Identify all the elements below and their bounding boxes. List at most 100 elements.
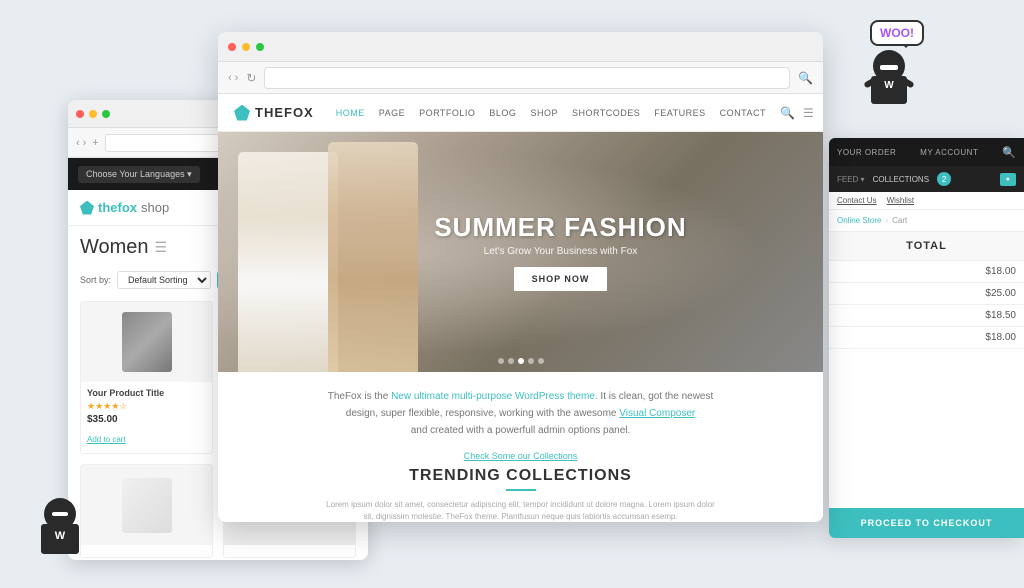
product-info-1: Your Product Title ★★★★☆ $35.00 Add to c…: [81, 382, 212, 453]
person-male: [238, 152, 338, 372]
fox-nav-icons: 🔍 ☰: [780, 106, 814, 120]
main-nav-arrows: ‹ ›: [228, 72, 238, 84]
about-text: TheFox is the New ultimate multi-purpose…: [258, 388, 783, 439]
refresh-icon[interactable]: ↻: [246, 71, 256, 85]
trending-underline: [506, 489, 536, 491]
ninja-eyes: [880, 65, 898, 70]
wishlist-button[interactable]: ●: [1000, 173, 1016, 186]
nav-portfolio[interactable]: PORTFOLIO: [419, 108, 475, 118]
breadcrumb-separator: ›: [885, 216, 888, 225]
cart-window: YOUR ORDER MY ACCOUNT 🔍 FEED ▾ COLLECTIO…: [829, 138, 1024, 538]
cart-search-icon[interactable]: 🔍: [1002, 146, 1016, 159]
main-nav-bar: ‹ › ↻ 🔍: [218, 62, 823, 94]
language-selector[interactable]: Choose Your Languages ▾: [78, 166, 200, 183]
hero-dot-5[interactable]: [538, 358, 544, 364]
checkout-button[interactable]: PROCEED TO CHECKOUT: [829, 508, 1024, 538]
cart-item-1: $18.00: [829, 261, 1024, 283]
hero-cta-button[interactable]: SHOP NOW: [514, 267, 608, 291]
add-to-cart-button-1[interactable]: Add to cart: [87, 435, 126, 444]
main-browser-window: ‹ › ↻ 🔍 THEFOX HOME PAGE PORTFOLIO BLOG …: [218, 32, 823, 522]
sort-label: Sort by:: [80, 275, 111, 285]
main-maximize-dot[interactable]: [256, 43, 264, 51]
cart-price-2: $25.00: [985, 288, 1016, 299]
product-info-4: [224, 545, 355, 557]
trending-desc: Lorem ipsum dolor sit amet, consectetur …: [258, 499, 783, 522]
person-female: [328, 142, 418, 372]
menu-nav-icon[interactable]: ☰: [803, 106, 814, 120]
hero-section: SUMMER FASHION Let's Grow Your Business …: [218, 132, 823, 372]
search-nav-icon[interactable]: 🔍: [780, 106, 795, 120]
cart-total-label: TOTAL: [906, 240, 947, 252]
product-stars-1: ★★★★☆: [87, 401, 206, 412]
page-title: Women: [80, 236, 149, 259]
breadcrumb-current: Cart: [892, 216, 907, 225]
product-card-1: Your Product Title ★★★★☆ $35.00 Add to c…: [80, 301, 213, 454]
cart-price-1: $18.00: [985, 266, 1016, 277]
hero-dot-1[interactable]: [498, 358, 504, 364]
logo-text: thefox: [98, 200, 137, 215]
main-close-dot[interactable]: [228, 43, 236, 51]
back-arrow[interactable]: ‹: [76, 137, 80, 149]
collections-label[interactable]: COLLECTIONS: [873, 175, 929, 184]
collections-link[interactable]: Check Some our Collections: [258, 451, 783, 461]
nav-shortcodes[interactable]: SHORTCODES: [572, 108, 640, 118]
main-search-icon[interactable]: 🔍: [798, 71, 813, 85]
nav-arrows: ‹ ›: [76, 137, 86, 149]
main-back-arrow[interactable]: ‹: [228, 72, 232, 84]
cart-badge: 2: [937, 172, 951, 186]
main-forward-arrow[interactable]: ›: [235, 72, 239, 84]
trending-title: TRENDING COLLECTIONS: [258, 467, 783, 485]
hero-dot-4[interactable]: [528, 358, 534, 364]
forward-arrow[interactable]: ›: [83, 137, 87, 149]
product-title-1: Your Product Title: [87, 388, 206, 398]
main-url-bar[interactable]: [264, 67, 790, 89]
shop-logo[interactable]: thefox shop: [80, 200, 169, 215]
my-account-label[interactable]: MY ACCOUNT: [920, 148, 978, 157]
below-hero-section: TheFox is the New ultimate multi-purpose…: [218, 372, 823, 522]
menu-icon[interactable]: ☰: [155, 239, 168, 256]
nav-page[interactable]: PAGE: [379, 108, 405, 118]
close-dot[interactable]: [76, 110, 84, 118]
breadcrumb-store[interactable]: Online Store: [837, 216, 881, 225]
product-card-3: [80, 464, 213, 558]
cart-subbar: FEED ▾ COLLECTIONS 2 ●: [829, 166, 1024, 192]
nav-features[interactable]: FEATURES: [654, 108, 705, 118]
wishlist-link[interactable]: Wishlist: [887, 196, 915, 205]
contact-us-link[interactable]: Contact Us: [837, 196, 877, 205]
fox-logo-icon: [234, 105, 250, 121]
your-order-label[interactable]: YOUR ORDER: [837, 148, 896, 157]
feed-dropdown[interactable]: FEED ▾: [837, 175, 865, 184]
new-tab-icon[interactable]: +: [92, 137, 98, 149]
cart-item-3: $18.50: [829, 305, 1024, 327]
ninja-body: W: [864, 50, 914, 110]
fox-ninja-eyes: [52, 512, 68, 516]
hero-dots: [498, 358, 544, 364]
fox-logo[interactable]: THEFOX: [234, 105, 314, 121]
fox-icon: [80, 201, 94, 215]
product-image-1: [81, 302, 212, 382]
cart-topbar: YOUR ORDER MY ACCOUNT 🔍: [829, 138, 1024, 166]
fox-ninja-torso: W: [41, 524, 79, 554]
fox-ninja: W: [30, 498, 90, 568]
fox-navigation: THEFOX HOME PAGE PORTFOLIO BLOG SHOP SHO…: [218, 94, 823, 132]
nav-home[interactable]: HOME: [336, 108, 365, 118]
nav-shop[interactable]: SHOP: [530, 108, 558, 118]
cart-links: Contact Us Wishlist: [829, 192, 1024, 210]
hero-subtitle: Let's Grow Your Business with Fox: [434, 246, 686, 257]
cart-price-4: $18.00: [985, 332, 1016, 343]
minimize-dot[interactable]: [89, 110, 97, 118]
sort-select[interactable]: Default Sorting: [117, 271, 211, 289]
hero-title: SUMMER FASHION: [434, 213, 686, 242]
cart-item-4: $18.00: [829, 327, 1024, 349]
product-price-1: $35.00: [87, 414, 206, 425]
nav-blog[interactable]: BLOG: [489, 108, 516, 118]
woo-w-label: W: [884, 80, 893, 91]
product-image-3: [81, 465, 212, 545]
maximize-dot[interactable]: [102, 110, 110, 118]
main-minimize-dot[interactable]: [242, 43, 250, 51]
product-info-3: [81, 545, 212, 557]
hero-dot-3[interactable]: [518, 358, 524, 364]
hero-dot-2[interactable]: [508, 358, 514, 364]
cart-price-3: $18.50: [985, 310, 1016, 321]
nav-contact[interactable]: CONTACT: [720, 108, 766, 118]
